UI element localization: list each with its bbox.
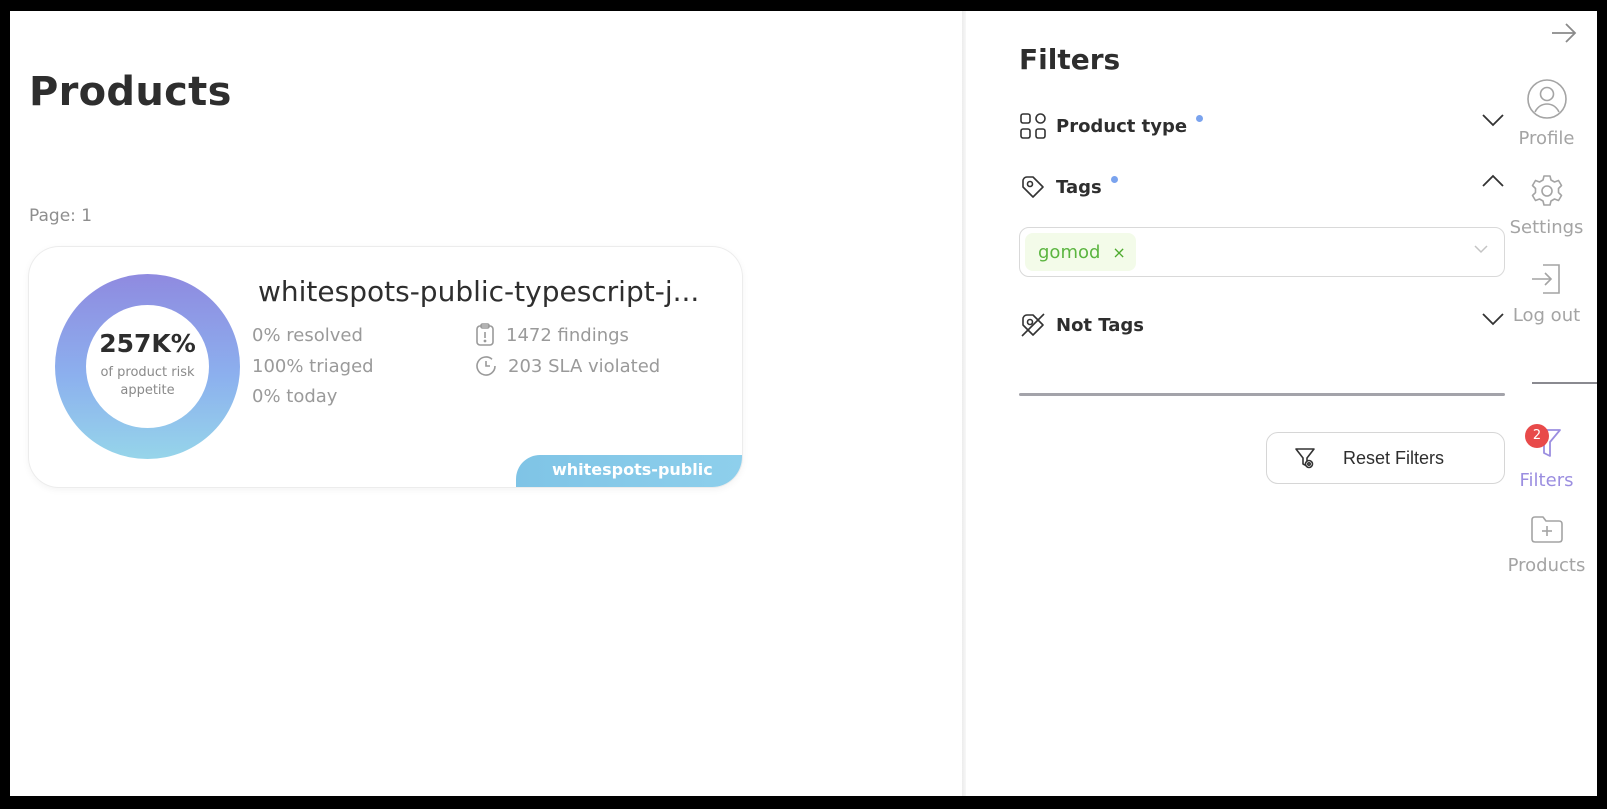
filter-not-tags[interactable]: Not Tags [1019,308,1505,342]
stat-today-text: 0% today [252,386,338,407]
filter-product-type[interactable]: Product type [1019,109,1505,143]
rail-products-label: Products [1507,555,1586,576]
stat-findings: 1472 findings [474,323,629,347]
tag-off-icon [1021,313,1045,337]
app-window: Products Page: 1 257K% of product risk a… [10,11,1597,796]
rail-profile[interactable]: Profile [1496,78,1597,149]
filter-tags-label: Tags [1056,176,1102,198]
stat-triaged-text: 100% triaged [252,356,374,377]
filters-title: Filters [1019,43,1121,76]
clock-icon [476,356,496,376]
active-filter-dot [1110,175,1118,183]
arrow-right-icon[interactable] [1551,23,1577,43]
rail-filters-label: Filters [1519,470,1574,491]
rail-logout[interactable]: Log out [1496,261,1597,326]
stat-findings-text: 1472 findings [506,324,629,346]
risk-donut-center: 257K% of product risk appetite [86,305,209,428]
rail-settings[interactable]: Settings [1496,173,1597,238]
gear-icon [1531,175,1562,206]
profile-icon [1526,79,1567,119]
product-card[interactable]: 257K% of product risk appetite whitespot… [29,247,742,487]
product-group-tag[interactable]: whitespots-public [516,455,742,487]
tag-chip-label: gomod [1038,241,1101,263]
filter-reset-icon [1295,448,1315,469]
stat-triaged: 100% triaged [252,356,374,377]
rail-profile-label: Profile [1518,128,1575,149]
stat-sla-text: 203 SLA violated [508,355,661,377]
risk-percent: 257K% [99,329,196,358]
reset-filters-label: Reset Filters [1343,447,1445,468]
clipboard-alert-icon [476,323,494,346]
rail-logout-label: Log out [1512,305,1581,326]
stat-today: 0% today [252,386,337,407]
tag-icon [1022,176,1044,198]
filter-tags[interactable]: Tags [1019,170,1505,204]
stat-resolved: 0% resolved [252,325,363,346]
page-title: Products [29,69,232,115]
tags-select[interactable]: gomod × [1019,227,1505,277]
main-content: Products Page: 1 257K% of product risk a… [10,11,962,796]
rail-products[interactable]: Products [1496,511,1597,576]
rail-settings-label: Settings [1509,217,1584,238]
logout-icon [1531,264,1560,294]
filters-separator [1019,393,1505,396]
filters-panel: Filters Product type Tags gomod × Not Ta… [966,11,1505,796]
page-indicator: Page: 1 [29,206,93,226]
filter-not-tags-label: Not Tags [1056,314,1145,336]
filters-count-badge: 2 [1525,424,1549,448]
right-rail: Profile Settings Log out Filters 2 Produ… [1496,11,1597,796]
filter-product-type-label: Product type [1056,115,1188,137]
rail-separator [1532,382,1597,384]
stat-sla-violated: 203 SLA violated [474,354,660,378]
risk-donut-chart: 257K% of product risk appetite [55,274,240,459]
reset-filters-button[interactable]: Reset Filters [1266,432,1505,484]
product-name[interactable]: whitespots-public-typescript-j... [258,275,708,308]
risk-caption: of product risk appetite [100,365,195,398]
active-filter-dot [1196,114,1204,122]
folder-plus-icon [1530,516,1563,543]
remove-tag-icon[interactable]: × [1112,243,1125,262]
grid-icon [1020,113,1046,139]
tag-chip-gomod: gomod × [1025,233,1136,271]
select-chevron-icon[interactable] [1474,245,1488,254]
stat-resolved-text: 0% resolved [252,325,363,346]
